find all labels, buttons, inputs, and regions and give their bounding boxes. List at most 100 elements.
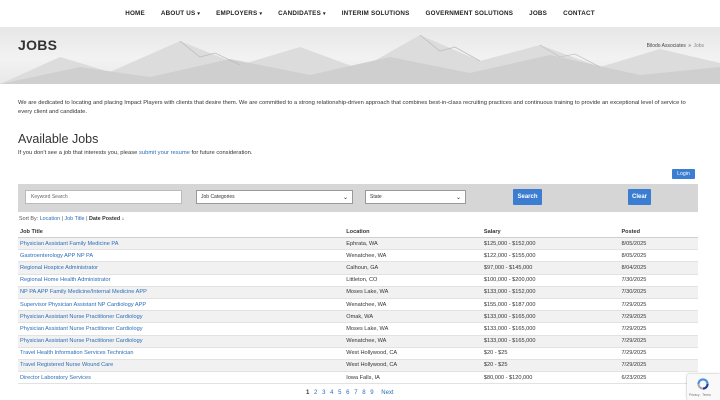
nav-item-label: ABOUT US (160, 10, 196, 17)
keyword-search-input[interactable]: Keyword Search (25, 190, 182, 204)
nav-item-jobs[interactable]: JOBS (529, 10, 547, 17)
job-title-link[interactable]: Travel Health Information Services Techn… (20, 350, 133, 356)
sort-label: Sort By: (19, 216, 39, 222)
job-title-link[interactable]: Physician Assistant Nurse Practitioner C… (20, 338, 143, 344)
page-link[interactable]: 5 (338, 390, 341, 396)
page-link[interactable]: 2 (314, 390, 317, 396)
table-row: Director Laboratory Services Iowa Falls, … (18, 371, 698, 385)
mountain-background (0, 34, 720, 84)
nav-item-label: CANDIDATES (278, 10, 321, 17)
salary-cell: $133,000 - $165,000 (481, 310, 620, 324)
column-header-salary: Salary (481, 226, 620, 238)
location-cell: West Hollywood, CA (344, 347, 482, 360)
keyword-search-placeholder: Keyword Search (31, 194, 68, 200)
page-link[interactable]: 4 (330, 390, 333, 396)
recaptcha-badge[interactable]: Privacy - Terms (687, 374, 720, 400)
job-categories-select[interactable]: Job Categories ⌄ (196, 190, 353, 204)
table-row: NP PA APP Family Medicine/Internal Medic… (18, 286, 698, 299)
table-row: Supervisor Physician Assistant NP Cardio… (18, 298, 698, 312)
nav-item-government-solutions[interactable]: GOVERNMENT SOLUTIONS (426, 10, 514, 17)
job-title-cell: Physician Assistant Nurse Practitioner C… (18, 335, 345, 348)
login-button[interactable]: Login (672, 169, 695, 179)
nav-item-about-us[interactable]: ABOUT US ▾ (161, 10, 200, 17)
sort-by-date-posted[interactable]: Date Posted (89, 216, 120, 222)
job-title-link[interactable]: Physician Assistant Family Medicine PA (20, 241, 118, 247)
page-link[interactable]: 9 (370, 390, 373, 396)
recaptcha-privacy-link[interactable]: Privacy (689, 393, 699, 397)
clear-button[interactable]: Clear (628, 189, 651, 205)
job-title-cell: Supervisor Physician Assistant NP Cardio… (18, 298, 345, 312)
location-cell: Moses Lake, WA (344, 286, 482, 299)
job-title-link[interactable]: Regional Home Health Administrator (20, 277, 110, 283)
sort-by-job-title[interactable]: Job Title (64, 216, 84, 222)
search-button[interactable]: Search (513, 189, 542, 205)
sort-by-location[interactable]: Location (40, 216, 60, 222)
job-title-link[interactable]: Director Laboratory Services (20, 375, 91, 381)
job-title-link[interactable]: NP PA APP Family Medicine/Internal Medic… (20, 289, 147, 295)
job-title-link[interactable]: Gastroenterology APP NP PA (20, 253, 93, 259)
resume-prompt: If you don't see a job that interests yo… (18, 150, 252, 156)
submit-resume-link[interactable]: submit your resume (139, 150, 190, 156)
page-link[interactable]: 7 (354, 390, 357, 396)
salary-cell: $155,000 - $187,000 (481, 298, 620, 312)
location-cell: Wenatchee, WA (344, 335, 482, 348)
breadcrumb-home-link[interactable]: Bilodo Associates (647, 43, 686, 49)
salary-cell: $80,000 - $120,000 (481, 371, 620, 385)
job-title-link[interactable]: Physician Assistant Nurse Practitioner C… (20, 314, 143, 320)
page-link[interactable]: 8 (362, 390, 365, 396)
nav-item-label: INTERIM SOLUTIONS (341, 10, 410, 17)
intro-text: We are dedicated to locating and placing… (18, 100, 686, 115)
nav-item-employers[interactable]: EMPLOYERS ▾ (216, 10, 262, 17)
table-row: Regional Home Health Administrator Little… (18, 274, 698, 287)
location-cell: Ephrata, WA (344, 237, 482, 251)
pagination: 1 2 3 4 5 6 7 8 9 Next (306, 390, 394, 396)
job-title-link[interactable]: Regional Hospice Administrator (20, 265, 98, 271)
page-link[interactable]: 1 (306, 390, 309, 396)
nav-item-interim-solutions[interactable]: INTERIM SOLUTIONS (342, 10, 410, 17)
location-cell: Omak, WA (344, 310, 482, 324)
posted-cell: 7/29/2025 (619, 335, 698, 348)
nav-item-home[interactable]: HOME (125, 10, 145, 17)
nav-item-candidates[interactable]: CANDIDATES ▾ (278, 10, 326, 17)
posted-cell: 8/05/2025 (619, 249, 698, 263)
location-cell: Wenatchee, WA (344, 249, 482, 263)
recaptcha-terms-link[interactable]: Terms (702, 393, 711, 397)
table-row: Regional Hospice Administrator Calhoun, G… (18, 261, 698, 275)
table-row: Travel Health Information Services Techn… (18, 347, 698, 360)
table-row: Physician Assistant Nurse Practitioner C… (18, 322, 698, 336)
salary-cell: $100,000 - $200,000 (481, 274, 620, 287)
next-page-link[interactable]: Next (381, 390, 393, 396)
page-title: JOBS (18, 37, 58, 53)
recaptcha-links: Privacy - Terms (689, 393, 711, 397)
posted-cell: 7/29/2025 (619, 359, 698, 373)
job-title-cell: Regional Home Health Administrator (18, 274, 345, 287)
main-nav: HOME ABOUT US ▾ EMPLOYERS ▾ CANDIDATES ▾ INTERI… (0, 0, 720, 27)
salary-cell: $20 - $25 (481, 359, 620, 373)
chevron-down-icon: ⌄ (342, 194, 348, 201)
page-link[interactable]: 3 (322, 390, 325, 396)
table-row: Physician Assistant Family Medicine PA Ep… (18, 237, 698, 251)
posted-cell: 7/29/2025 (619, 322, 698, 336)
table-row: Physician Assistant Nurse Practitioner C… (18, 310, 698, 324)
available-jobs-heading: Available Jobs (18, 132, 99, 146)
posted-cell: 7/29/2025 (619, 347, 698, 360)
nav-item-label: CONTACT (563, 10, 595, 17)
state-value: State (370, 194, 382, 200)
page-link[interactable]: 6 (346, 390, 349, 396)
table-header-row: Job Title Location Salary Posted (18, 226, 698, 238)
breadcrumb: Bilodo Associates » Jobs (647, 43, 704, 49)
nav-item-label: GOVERNMENT SOLUTIONS (425, 10, 514, 17)
location-cell: Littleton, CO (344, 274, 482, 287)
job-title-cell: Gastroenterology APP NP PA (18, 249, 345, 263)
job-title-link[interactable]: Supervisor Physician Assistant NP Cardio… (20, 302, 146, 308)
state-select[interactable]: State ⌄ (365, 190, 466, 204)
table-row: Travel Registered Nurse Wound Care West H… (18, 359, 698, 373)
job-title-cell: Director Laboratory Services (18, 371, 345, 385)
column-header-posted: Posted (619, 226, 698, 238)
posted-cell: 8/04/2025 (619, 261, 698, 275)
job-title-link[interactable]: Physician Assistant Nurse Practitioner C… (20, 326, 143, 332)
nav-item-label: EMPLOYERS (216, 10, 258, 17)
salary-cell: $20 - $25 (481, 347, 620, 360)
job-title-link[interactable]: Travel Registered Nurse Wound Care (20, 362, 113, 368)
nav-item-contact[interactable]: CONTACT (563, 10, 595, 17)
